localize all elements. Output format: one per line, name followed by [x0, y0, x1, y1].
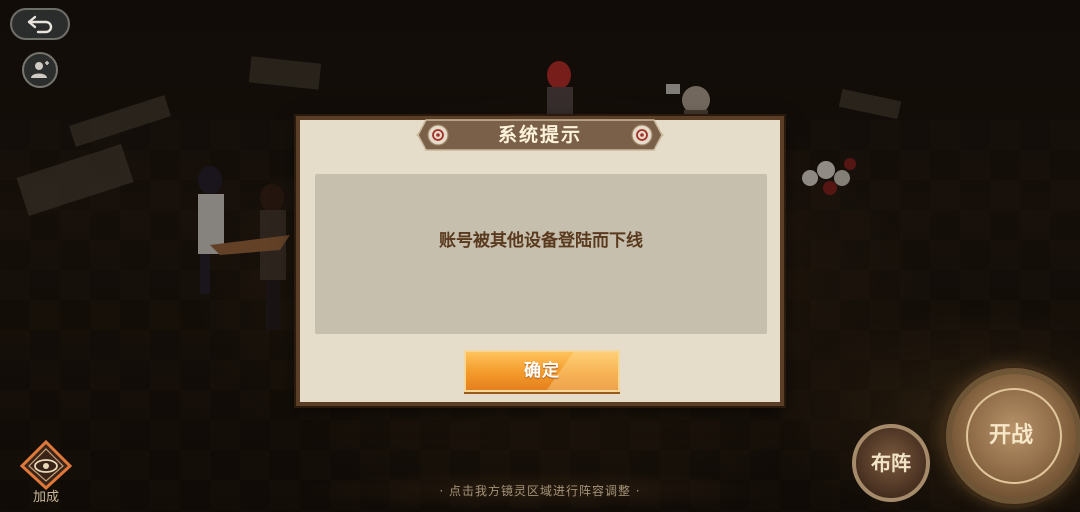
person-icon	[31, 61, 49, 78]
bonus-button[interactable]: 加成	[18, 439, 74, 508]
start-battle-button[interactable]: 开战	[946, 368, 1080, 504]
formation-button[interactable]: 布阵	[852, 424, 930, 502]
start-battle-label: 开战	[988, 423, 1033, 448]
message-panel: 账号被其他设备登陆而下线	[315, 174, 767, 334]
friend-button[interactable]	[22, 52, 58, 88]
confirm-button[interactable]: 确定	[464, 350, 620, 392]
dialog-title: 系统提示	[497, 124, 582, 146]
system-prompt-dialog: 系统提示 账号被其他设备登陆而下线 确定	[296, 116, 784, 406]
dialog-title-banner: 系统提示	[416, 118, 664, 154]
back-button[interactable]	[10, 8, 70, 40]
bonus-label: 加成	[32, 490, 59, 505]
formation-button-label: 布阵	[871, 451, 911, 475]
back-arrow-icon	[27, 15, 53, 34]
dialog-message: 账号被其他设备登陆而下线	[439, 231, 643, 251]
eye-diamond-icon	[19, 439, 73, 491]
confirm-button-label: 确定	[524, 361, 560, 381]
